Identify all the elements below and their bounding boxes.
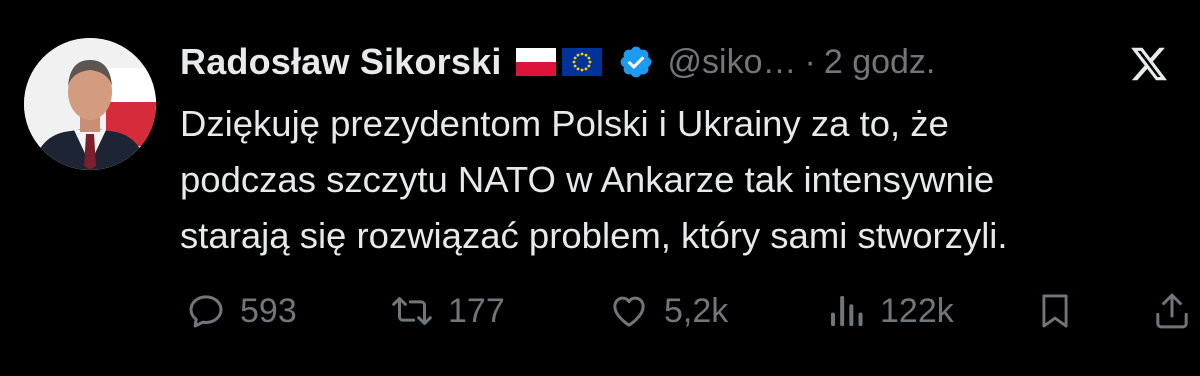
reply-count: 593	[240, 291, 297, 330]
tweet-text-line: starają się rozwiązać problem, który sam…	[180, 215, 1008, 256]
bookmark-icon	[1042, 294, 1068, 328]
author-handle[interactable]: @siko…	[668, 43, 797, 82]
like-button[interactable]: 5,2k	[608, 286, 728, 336]
tweet-text-line: Dziękuję prezydentom Polski i Ukrainy za…	[180, 103, 949, 144]
retweet-icon	[392, 297, 432, 325]
reply-button[interactable]: 593	[186, 286, 297, 336]
tweet-header: Radosław Sikorski @siko… · 2 godz.	[180, 38, 935, 86]
verified-badge-icon	[620, 46, 651, 78]
bookmark-button[interactable]	[1036, 286, 1074, 336]
action-bar: 593 177 5,2k 122k	[186, 286, 1200, 336]
heart-icon	[613, 296, 645, 327]
like-count: 5,2k	[664, 291, 729, 330]
share-icon	[1156, 293, 1188, 329]
views-button[interactable]: 122k	[826, 286, 954, 336]
tweet-text-line: podczas szczytu NATO w Ankarze tak inten…	[180, 159, 995, 200]
retweet-count: 177	[448, 291, 505, 330]
reply-icon	[189, 295, 223, 328]
retweet-button[interactable]: 177	[390, 286, 505, 336]
share-button[interactable]	[1152, 286, 1192, 336]
eu-flag-icon	[561, 48, 602, 76]
author-name[interactable]: Radosław Sikorski	[180, 41, 502, 83]
poland-flag-icon	[515, 48, 556, 76]
avatar[interactable]	[24, 38, 156, 170]
tweet-text: Dziękuję prezydentom Polski i Ukrainy za…	[180, 96, 1190, 264]
views-icon	[831, 296, 863, 326]
tweet-card[interactable]: Radosław Sikorski @siko… · 2 godz. Dzięk…	[0, 0, 1200, 376]
x-logo-icon[interactable]	[1128, 44, 1170, 84]
flag-emojis	[515, 48, 602, 76]
views-count: 122k	[880, 291, 954, 330]
tweet-timestamp[interactable]: 2 godz.	[824, 43, 936, 82]
header-separator: ·	[804, 42, 816, 81]
